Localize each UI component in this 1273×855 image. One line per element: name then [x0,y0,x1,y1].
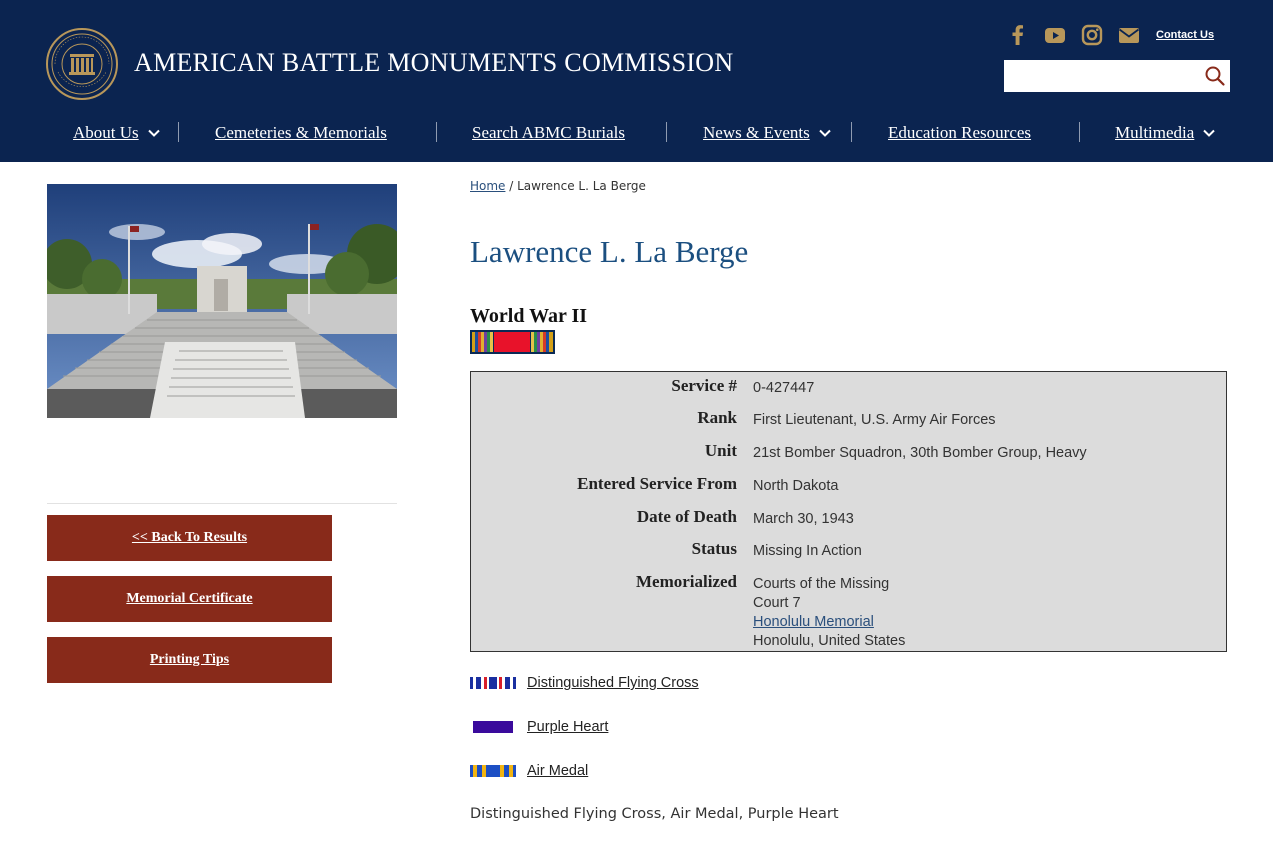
nav-item-label: Cemeteries & Memorials [215,123,387,142]
facebook-icon[interactable] [1006,23,1030,47]
award-purple-heart: Purple Heart [470,717,608,737]
nav-item-cemeteries-memorials[interactable]: Cemeteries & Memorials [215,116,387,150]
record-label: Date of Death [636,507,737,526]
war-name: World War II [470,305,588,327]
award-link[interactable]: Distinguished Flying Cross [527,675,699,691]
purple-heart-ribbon [470,721,516,733]
record-label: Service # [671,376,737,395]
award-link[interactable]: Air Medal [527,763,588,779]
awards-summary: Distinguished Flying Cross, Air Medal, P… [470,806,839,822]
memorial-photo [47,184,397,418]
nav-item-multimedia[interactable]: Multimedia [1115,116,1216,150]
nav-divider [178,122,179,142]
record-label: Memorialized [635,572,737,591]
record-label: Rank [697,408,737,427]
chevron-down-icon [1203,129,1216,137]
record-value: First Lieutenant, U.S. Army Air Forces [753,412,996,428]
instagram-icon[interactable] [1080,23,1104,47]
honolulu-memorial-link[interactable]: Honolulu Memorial [753,614,874,630]
main-nav: About Us Cemeteries & Memorials Search A… [0,116,1273,150]
youtube-icon[interactable] [1043,23,1067,47]
printing-tips-button[interactable]: Printing Tips [47,637,332,683]
nav-item-news-events[interactable]: News & Events [703,116,832,150]
search-box [1004,60,1230,92]
award-link[interactable]: Purple Heart [527,719,608,735]
record-value: North Dakota [753,478,839,494]
memorial-location: Honolulu, United States [753,633,906,649]
award-air-medal: Air Medal [470,761,588,781]
nav-item-label: Multimedia [1115,123,1195,142]
back-to-results-button[interactable]: << Back To Results [47,515,332,561]
record-value: 0-427447 [753,380,815,396]
record-value: Missing In Action [753,543,862,559]
air-medal-ribbon [470,765,516,777]
nav-divider [666,122,667,142]
search-icon[interactable] [1204,65,1226,87]
social-links: Contact Us [1006,22,1214,48]
record-value: 21st Bomber Squadron, 30th Bomber Group,… [753,445,1087,461]
abmc-seal-logo[interactable] [46,28,118,100]
nav-item-about-us[interactable]: About Us [73,116,161,150]
memorial-court-number: Court 7 [753,595,801,611]
site-title[interactable]: AMERICAN BATTLE MONUMENTS COMMISSION [134,48,733,78]
page-title: Lawrence L. La Berge [470,234,749,269]
nav-divider [436,122,437,142]
sidebar-divider [47,503,397,504]
chevron-down-icon [819,129,831,137]
nav-item-label: News & Events [703,123,810,142]
nav-item-label: Search ABMC Burials [472,123,625,142]
nav-divider [851,122,852,142]
record-value: March 30, 1943 [753,511,854,527]
wwii-victory-ribbon [470,330,555,354]
chevron-down-icon [147,129,160,137]
record-label: Unit [704,441,737,460]
breadcrumb-separator: / [505,179,518,193]
search-input[interactable] [1004,60,1200,92]
nav-item-label: About Us [73,123,139,142]
site-header: AMERICAN BATTLE MONUMENTS COMMISSION Con… [0,0,1273,162]
nav-item-search-burials[interactable]: Search ABMC Burials [472,116,625,150]
record-label: Entered Service From [577,474,737,493]
email-icon[interactable] [1117,23,1141,47]
nav-item-label: Education Resources [888,123,1032,142]
distinguished-flying-cross-ribbon [470,677,516,689]
nav-item-education-resources[interactable]: Education Resources [888,116,1031,150]
service-record-panel: Service # 0-427447 Rank First Lieutenant… [470,371,1227,652]
contact-us-link[interactable]: Contact Us [1156,29,1214,41]
breadcrumb-current: Lawrence L. La Berge [517,179,646,193]
record-value: Courts of the Missing Court 7 Honolulu M… [753,575,905,651]
memorial-court-name: Courts of the Missing [753,576,890,592]
breadcrumb: Home / Lawrence L. La Berge [470,179,646,193]
breadcrumb-home-link[interactable]: Home [470,179,505,193]
record-label: Status [691,539,737,558]
nav-divider [1079,122,1080,142]
memorial-certificate-button[interactable]: Memorial Certificate [47,576,332,622]
award-distinguished-flying-cross: Distinguished Flying Cross [470,673,699,693]
